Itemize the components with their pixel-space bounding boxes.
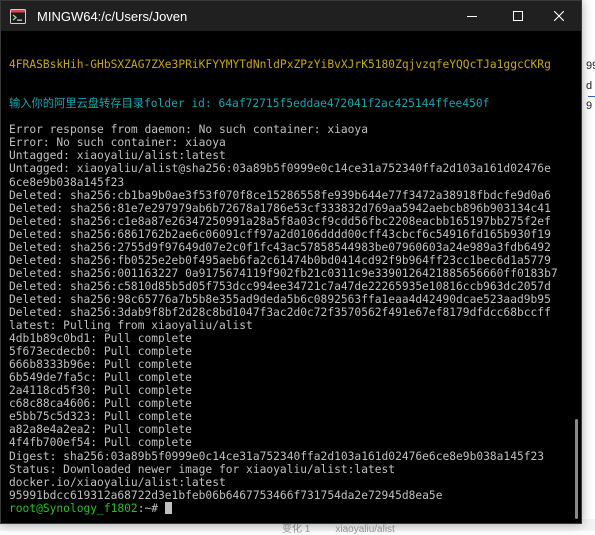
background-link-underline <box>588 96 595 97</box>
window-title: MINGW64:/c/Users/Joven <box>37 9 188 24</box>
console-line: Digest: sha256:03a89b5f0999e0c14ce31a752… <box>9 449 545 463</box>
maximize-icon <box>513 11 523 21</box>
console-line: c68c88ca4606: Pull complete <box>9 397 192 411</box>
console-line: Untagged: xiaoyaliu/alist:latest <box>9 149 226 163</box>
console-line: Deleted: sha256:3dab9f8bf2d28c8bd1047f3a… <box>9 305 551 319</box>
terminal-window: MINGW64:/c/Users/Joven 4FRASBskHih-GHbSX… <box>0 0 582 524</box>
console-line: 6b549de7fa5c: Pull complete <box>9 371 192 385</box>
text-cursor <box>164 501 172 514</box>
close-button[interactable] <box>537 1 581 31</box>
console-line: a82a8e4a2ea2: Pull complete <box>9 423 192 437</box>
scrollbar-thumb[interactable] <box>575 419 578 519</box>
console-line: 4f4fb700ef54: Pull complete <box>9 436 192 450</box>
background-text: 9 <box>586 100 593 112</box>
console-line: Deleted: sha256:c1e8a87e26347250991a28a5… <box>9 214 551 228</box>
console-line: Deleted: sha256:001163227 0a9175674119f9… <box>9 266 558 280</box>
terminal-output[interactable]: 4FRASBskHih-GHbSXZAG7ZXe3PRiKFYYMYTdNnld… <box>9 32 571 522</box>
prompt-line[interactable]: root@Synology_f1802:~# <box>9 501 571 515</box>
console-line: e5bb75c5d323: Pull complete <box>9 410 192 424</box>
console-line: docker.io/xiaoyaliu/alist:latest <box>9 475 226 489</box>
console-line: 666b8333b96e: Pull complete <box>9 358 192 372</box>
console-line: Error response from daemon: No such cont… <box>9 123 368 137</box>
console-line: Deleted: sha256:98c65776a7b5b8e355ad9ded… <box>9 292 551 306</box>
console-line: 5f673ecdecb0: Pull complete <box>9 345 192 359</box>
console-line: 4db1b89c0bd1: Pull complete <box>9 332 192 346</box>
minimize-icon <box>467 16 477 17</box>
console-line: Deleted: sha256:cb1ba9b0ae3f53f070f8ce15… <box>9 188 551 202</box>
console-line: Error: No such container: xiaoya <box>9 136 226 150</box>
close-icon <box>554 11 564 21</box>
background-text: 99 <box>586 60 595 72</box>
console-line: 4FRASBskHih-GHbSXZAG7ZXe3PRiKFYYMYTdNnld… <box>9 58 551 72</box>
title-bar[interactable]: MINGW64:/c/Users/Joven <box>1 1 581 31</box>
console-line: Status: Downloaded newer image for xiaoy… <box>9 462 396 476</box>
mingw-terminal-icon[interactable] <box>10 9 26 24</box>
console-line: Deleted: sha256:fb0525e2eb0f495aeb6fa2c6… <box>9 253 551 267</box>
prompt-user: root@Synology_f1802 <box>9 501 138 515</box>
maximize-button[interactable] <box>495 1 541 31</box>
console-line: Untagged: xiaoyaliu/alist@sha256:03a89b5… <box>9 162 551 176</box>
console-line: 输入你的阿里云盘转存目录folder id: 64af72715f5eddae4… <box>9 97 490 111</box>
console-line: 6ce8e9b038a145f23 <box>9 175 125 189</box>
console-line: Deleted: sha256:2755d9f97649d07e2c0f1fc4… <box>9 240 551 254</box>
minimize-button[interactable] <box>449 1 495 31</box>
background-text: d <box>586 80 593 92</box>
prompt-symbol: # <box>151 501 165 515</box>
console-line: Deleted: sha256:81e7e297979ab6b72678a178… <box>9 201 551 215</box>
console-line: Deleted: sha256:c5810d85b5d05f753dcc994e… <box>9 279 551 293</box>
console-line: 2a4118cd5f30: Pull complete <box>9 384 192 398</box>
console-line: latest: Pulling from xiaoyaliu/alist <box>9 319 253 333</box>
console-line: 95991bdcc619312a68722d3e1bfeb06b64677534… <box>9 488 443 502</box>
console-line: Deleted: sha256:6861762b2ae6c06091cff97a… <box>9 227 551 241</box>
